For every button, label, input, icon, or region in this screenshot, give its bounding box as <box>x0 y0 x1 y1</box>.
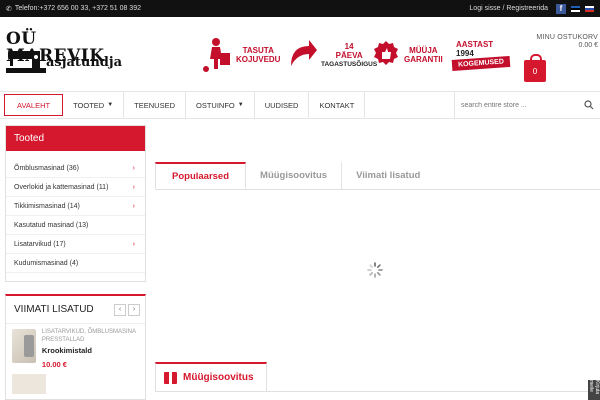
chevron-right-icon: › <box>132 240 135 248</box>
promo4-ribbon: KOGEMUSED <box>451 55 511 72</box>
promo2-line3: TAGASTUSÕIGUS <box>321 60 378 68</box>
mini-cart[interactable]: MINU OSTUKORV 0.00 € 0 <box>518 34 598 94</box>
account-links[interactable]: Logi sisse / Registreerida <box>469 5 548 12</box>
cart-bag-icon[interactable]: 0 <box>524 54 546 82</box>
nav-news-label: UUDISED <box>264 100 299 110</box>
recommended-section: Müügisoovitus <box>155 362 600 392</box>
facebook-icon[interactable]: f <box>556 3 566 14</box>
write-us-label: Kirjuta meile <box>588 380 600 395</box>
promo3-line2: GARANTII <box>404 55 443 64</box>
nav-news[interactable]: UUDISED <box>255 92 310 118</box>
product-item[interactable]: LISATARVIKUD, ÕMBLUSMASINA PRESSTALLAD K… <box>6 324 145 374</box>
category-item-knitting[interactable]: Kudumismasinad (4) <box>6 254 145 273</box>
nav-shopping-info[interactable]: OSTUINFO ▼ <box>186 92 255 118</box>
nav-shopping-info-label: OSTUINFO <box>196 100 235 110</box>
thumbs-up-icon <box>374 41 398 65</box>
recently-added-box: VIIMATI LISATUD ‹ › LISATARVIKUD, ÕMBLUS… <box>5 294 146 400</box>
promo4-line2: 1994 <box>456 49 474 58</box>
main-nav: AVALEHT TOOTED ▼ TEENUSED OSTUINFO ▼ UUDIS… <box>0 91 600 119</box>
cart-sum: 0.00 € <box>578 42 598 49</box>
nav-contact-label: KONTAKT <box>319 100 355 110</box>
tab-label: Müügisoovitus <box>260 170 328 181</box>
product-item[interactable] <box>6 374 145 394</box>
cart-label[interactable]: MINU OSTUKORV <box>518 34 598 41</box>
chevron-right-icon: › <box>132 183 135 191</box>
return-arrow-icon <box>291 40 317 66</box>
category-box: Tooted Õmblusmasinad (36) › Overlokid ja … <box>5 125 146 282</box>
promo-warranty: MÜÜJA GARANTII <box>372 35 443 75</box>
estonian-flag-icon[interactable] <box>571 5 580 12</box>
phone-info: ✆ Telefon:+372 656 00 33, +372 51 08 392 <box>6 5 141 13</box>
phone-text: Telefon:+372 656 00 33, +372 51 08 392 <box>14 5 141 12</box>
sidebar: Tooted Õmblusmasinad (36) › Overlokid ja … <box>5 125 146 282</box>
write-us-tab[interactable]: Kirjuta meile <box>588 380 600 400</box>
nav-products[interactable]: TOOTED ▼ <box>63 92 125 118</box>
promo-since-1994: AASTAST 1994 KOGEMUSED <box>451 35 511 75</box>
sewing-machine-icon <box>6 51 46 73</box>
product-category[interactable]: LISATARVIKUD, ÕMBLUSMASINA PRESSTALLAD <box>42 329 139 344</box>
logo-line2: asjatundja <box>46 55 122 70</box>
tab-popular[interactable]: Populaarsed <box>155 162 247 189</box>
promo-return: 14 PÄEVA TAGASTUSÕIGUS <box>287 35 377 75</box>
recommended-section-header: Müügisoovitus <box>155 362 267 392</box>
category-label: Tikkimismasinad (14) <box>14 202 80 210</box>
search-box <box>454 92 600 118</box>
promo1-line1: TASUTA <box>242 46 274 55</box>
chevron-right-icon: › <box>132 202 135 210</box>
nav-home-label: AVALEHT <box>17 100 51 110</box>
tab-label: Populaarsed <box>172 170 230 182</box>
top-right: Logi sisse / Registreerida f <box>469 3 594 14</box>
category-item-overlockers[interactable]: Overlokid ja kattemasinad (11) › <box>6 178 145 197</box>
recently-added-title: VIIMATI LISATUD <box>14 304 94 315</box>
product-tabs: Populaarsed Müügisoovitus Viimati lisatu… <box>155 162 600 190</box>
promo4-line3: KOGEMUSED <box>457 58 505 69</box>
category-label: Õmblusmasinad (36) <box>14 164 79 172</box>
caret-down-icon: ▼ <box>107 102 114 108</box>
gift-icon <box>164 371 177 384</box>
product-price: 10.00 € <box>41 360 67 369</box>
site-logo[interactable]: OÜ MAREVIK asjatundja <box>6 31 134 79</box>
search-icon[interactable] <box>584 100 594 110</box>
tab-recently-added[interactable]: Viimati lisatud <box>342 162 434 189</box>
delivery-icon <box>203 38 230 72</box>
category-title: Tooted <box>6 126 145 151</box>
category-label: Lisatarvikud (17) <box>14 240 66 248</box>
category-item-used-machines[interactable]: Kasutatud masinad (13) <box>6 216 145 235</box>
promo1-line2: KOJUVEDU <box>236 55 281 64</box>
cart-count: 0 <box>532 66 538 76</box>
category-item-embroidery[interactable]: Tikkimismasinad (14) › <box>6 197 145 216</box>
category-label: Kudumismasinad (4) <box>14 259 79 267</box>
nav-home[interactable]: AVALEHT <box>4 94 64 116</box>
caret-down-icon: ▼ <box>237 102 244 108</box>
nav-contact[interactable]: KONTAKT <box>309 92 366 118</box>
product-image[interactable] <box>12 374 46 394</box>
tab-recommended[interactable]: Müügisoovitus <box>246 162 343 189</box>
product-name[interactable]: Krookimistald <box>42 346 139 355</box>
header: OÜ MAREVIK asjatundja TASUTA KOJUVEDU 14 <box>0 17 600 91</box>
promo2-line2: PÄEVA <box>335 50 363 60</box>
promo3-line1: MÜÜJA <box>409 46 438 55</box>
tab-label: Viimati lisatud <box>356 170 421 181</box>
nav-products-label: TOOTED <box>73 100 105 110</box>
category-label: Kasutatud masinad (13) <box>14 221 89 229</box>
category-item-accessories[interactable]: Lisatarvikud (17) › <box>6 235 145 254</box>
prev-arrow-icon[interactable]: ‹ <box>114 303 126 316</box>
promo2-line1: 14 <box>344 41 354 51</box>
recommended-section-title: Müügisoovitus <box>183 372 254 383</box>
phone-icon: ✆ <box>6 5 12 13</box>
russian-flag-icon[interactable] <box>585 5 594 12</box>
category-item-sewing-machines[interactable]: Õmblusmasinad (36) › <box>6 159 145 178</box>
next-arrow-icon[interactable]: › <box>128 303 140 316</box>
nav-services[interactable]: TEENUSED <box>124 92 186 118</box>
nav-services-label: TEENUSED <box>134 100 175 110</box>
product-image[interactable] <box>12 329 36 363</box>
promo-free-delivery: TASUTA KOJUVEDU <box>200 35 280 75</box>
loading-spinner-icon <box>367 262 383 278</box>
search-input[interactable] <box>461 101 571 109</box>
category-label: Overlokid ja kattemasinad (11) <box>14 183 109 191</box>
top-bar: ✆ Telefon:+372 656 00 33, +372 51 08 392… <box>0 0 600 17</box>
chevron-right-icon: › <box>132 164 135 172</box>
promo4-line1: AASTAST <box>456 40 494 49</box>
